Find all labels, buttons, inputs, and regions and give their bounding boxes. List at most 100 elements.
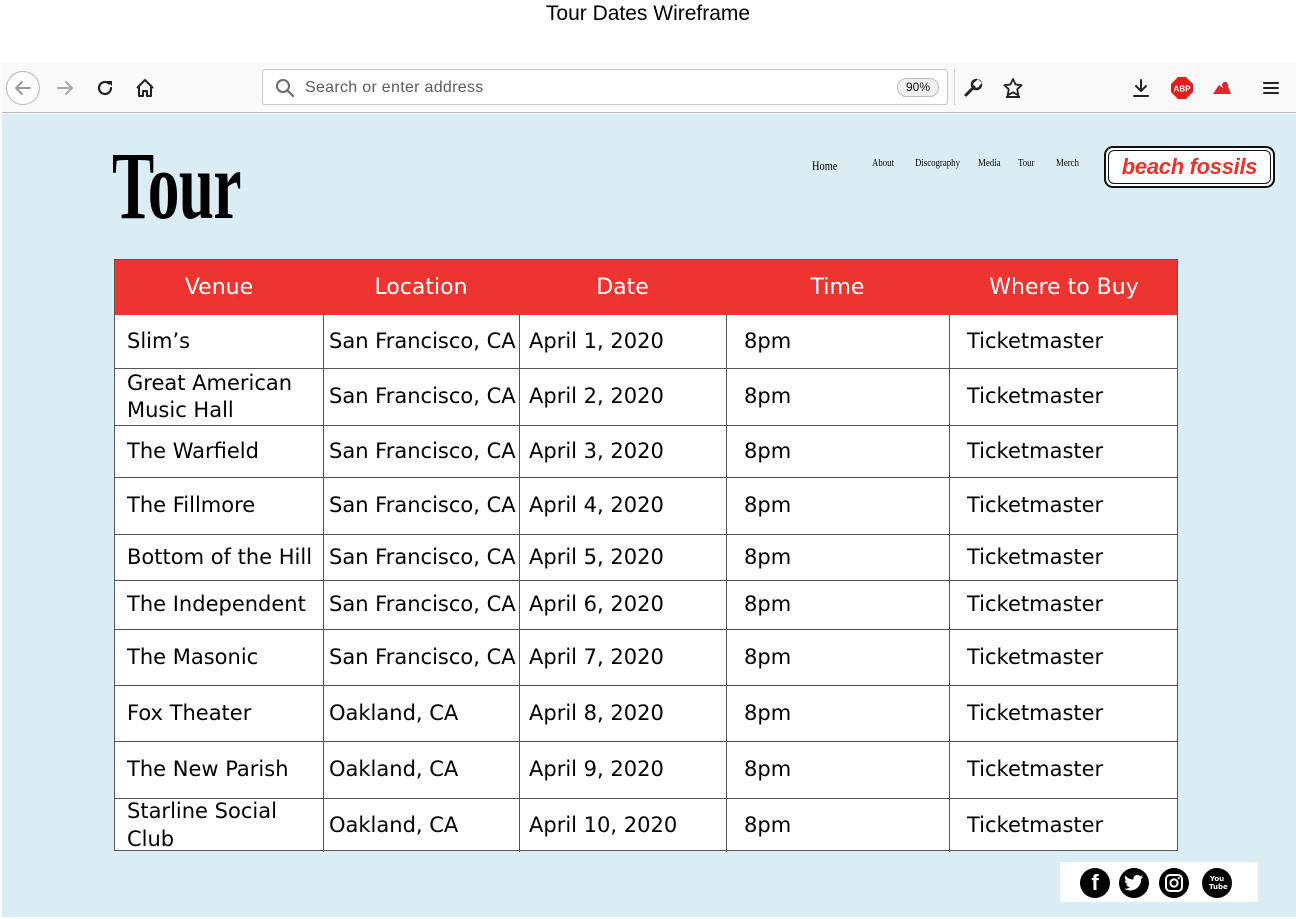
cell-where-to-buy[interactable]: Ticketmaster [949, 478, 1179, 534]
twitter-icon[interactable] [1119, 868, 1149, 898]
cell-date: April 9, 2020 [529, 757, 664, 782]
cell-where-to-buy[interactable]: Ticketmaster [949, 535, 1179, 580]
page-title: Tour [112, 132, 242, 239]
cell-location: San Francisco, CA [329, 438, 516, 463]
social-links: f You Tube [1060, 862, 1258, 902]
cell-where-to-buy[interactable]: Ticketmaster [949, 581, 1179, 629]
bookmark-star-button[interactable] [1000, 75, 1026, 101]
cell-location: San Francisco, CA [329, 384, 516, 409]
wrench-icon [964, 78, 983, 97]
svg-text:ABP: ABP [1174, 85, 1192, 94]
instagram-icon[interactable] [1159, 868, 1189, 898]
cell-date: April 6, 2020 [529, 592, 664, 617]
cell-date: April 8, 2020 [529, 700, 664, 725]
cell-time: 8pm [744, 544, 792, 569]
download-icon [1133, 79, 1149, 97]
wrench-button[interactable] [960, 75, 986, 101]
header-time: Time [810, 275, 865, 300]
band-logo[interactable]: beach fossils [1104, 146, 1275, 188]
cell-venue: Starline Social Club [127, 799, 277, 851]
reload-button[interactable] [88, 71, 122, 105]
forward-button[interactable] [48, 71, 82, 105]
reload-icon [97, 80, 113, 96]
cell-location: San Francisco, CA [329, 644, 516, 669]
address-placeholder: Search or enter address [305, 79, 484, 96]
cell-date: April 3, 2020 [529, 438, 664, 463]
home-icon [136, 79, 154, 97]
menu-button[interactable] [1258, 75, 1284, 101]
address-bar[interactable]: Search or enter address 90% [262, 69, 948, 105]
cell-time: 8pm [744, 700, 792, 725]
logo-text: beach fossils [1121, 154, 1258, 179]
nav-media[interactable]: Media [978, 157, 1000, 169]
cell-location: Oakland, CA [329, 700, 459, 725]
table-row: Bottom of the Hill San Francisco, CA April… [115, 534, 1177, 580]
back-button[interactable] [6, 71, 40, 105]
cell-venue: The Independent [127, 592, 306, 617]
nav-home[interactable]: Home [812, 158, 837, 174]
cell-where-to-buy[interactable]: Ticketmaster [949, 315, 1179, 368]
youtube-icon[interactable]: You Tube [1202, 868, 1232, 898]
cell-date: April 2, 2020 [529, 384, 664, 409]
cell-time: 8pm [744, 493, 792, 518]
adblock-button[interactable]: ABP [1169, 75, 1195, 101]
table-row: Slim’s San Francisco, CA April 1, 2020 8pm T… [115, 315, 1177, 368]
cell-date: April 4, 2020 [529, 493, 664, 518]
nav-tour[interactable]: Tour [1018, 157, 1035, 169]
logo-frame: beach fossils [1108, 150, 1271, 184]
cell-venue: The New Parish [127, 757, 289, 782]
table-row: Fox Theater Oakland, CA April 8, 2020 8pm Ti… [115, 685, 1177, 741]
youtube-label: You Tube [1209, 875, 1228, 891]
cell-venue: Fox Theater [127, 700, 252, 725]
table-row: The Independent San Francisco, CA April 6,… [115, 580, 1177, 629]
cell-location: Oakland, CA [329, 812, 459, 837]
cell-venue: Slim’s [127, 328, 191, 353]
cell-time: 8pm [744, 384, 792, 409]
cell-where-to-buy[interactable]: Ticketmaster [949, 799, 1179, 852]
nav-discography[interactable]: Discography [915, 157, 960, 169]
table-header: Venue Location Date Time Where to Buy [115, 260, 1177, 315]
cell-where-to-buy[interactable]: Ticketmaster [949, 742, 1179, 798]
table-row: Great American Music Hall San Francisco, … [115, 368, 1177, 425]
cell-date: April 5, 2020 [529, 544, 664, 569]
cell-time: 8pm [744, 757, 792, 782]
cell-where-to-buy[interactable]: Ticketmaster [949, 630, 1179, 685]
extension-icon [1213, 81, 1231, 94]
downloads-button[interactable] [1128, 75, 1154, 101]
cell-location: San Francisco, CA [329, 493, 516, 518]
forward-icon [57, 81, 73, 95]
page-heading: Tour Dates Wireframe [545, 2, 751, 25]
browser-toolbar: Search or enter address 90% ABP [2, 63, 1296, 113]
cell-where-to-buy[interactable]: Ticketmaster [949, 369, 1179, 425]
cell-location: San Francisco, CA [329, 592, 516, 617]
cell-date: April 1, 2020 [529, 328, 664, 353]
cell-date: April 10, 2020 [529, 812, 678, 837]
zoom-badge[interactable]: 90% [896, 78, 939, 97]
cell-venue: Bottom of the Hill [127, 544, 313, 569]
cell-time: 8pm [744, 438, 792, 463]
toolbar-divider [954, 69, 955, 105]
extension-button[interactable] [1209, 75, 1235, 101]
abp-icon: ABP [1171, 77, 1193, 99]
nav-merch[interactable]: Merch [1056, 157, 1079, 169]
nav-about[interactable]: About [872, 157, 894, 169]
cell-where-to-buy[interactable]: Ticketmaster [949, 426, 1179, 477]
cell-time: 8pm [744, 644, 792, 669]
cell-where-to-buy[interactable]: Ticketmaster [949, 686, 1179, 741]
table-row: The Fillmore San Francisco, CA April 4, 20… [115, 477, 1177, 534]
table-row: Starline Social Club Oakland, CA April 10,… [115, 798, 1177, 852]
tour-table: Venue Location Date Time Where to Buy Sl… [114, 259, 1179, 852]
table-row: The Warfield San Francisco, CA April 3, 20… [115, 425, 1177, 477]
back-icon [15, 81, 31, 95]
cell-time: 8pm [744, 812, 792, 837]
cell-venue: The Warfield [127, 438, 259, 463]
cell-time: 8pm [744, 592, 792, 617]
facebook-icon[interactable]: f [1080, 868, 1110, 898]
header-date: Date [596, 275, 649, 300]
cell-venue: Great American Music Hall [127, 370, 293, 422]
menu-icon [1263, 82, 1279, 94]
search-icon [276, 79, 295, 98]
home-button[interactable] [128, 71, 162, 105]
header-where-to-buy: Where to Buy [989, 275, 1139, 300]
cell-location: San Francisco, CA [329, 544, 516, 569]
